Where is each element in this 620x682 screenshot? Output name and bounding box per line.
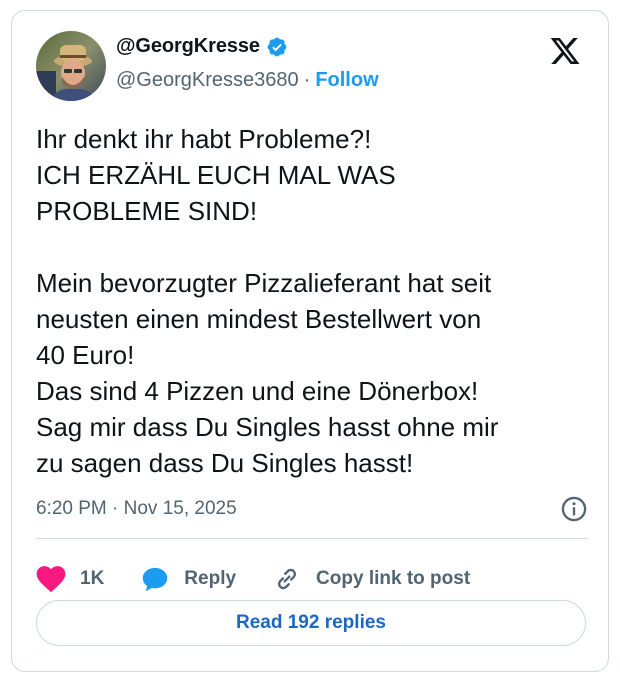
like-button[interactable]: 1K (36, 565, 104, 593)
handle[interactable]: @GeorgKresse3680 (116, 69, 299, 92)
read-replies-label: Read 192 replies (236, 612, 386, 633)
divider (36, 538, 588, 539)
read-replies-button[interactable]: Read 192 replies (36, 600, 586, 646)
follow-button[interactable]: Follow (315, 69, 378, 92)
link-icon (278, 568, 297, 590)
verified-badge-icon (266, 36, 288, 58)
separator: · (303, 69, 311, 91)
like-count: 1K (80, 568, 105, 589)
tweet-text: Ihr denkt ihr habt Probleme?! ICH ERZÄHL… (36, 124, 499, 478)
copy-link-label: Copy link to post (316, 568, 471, 589)
reply-button[interactable]: Reply (140, 565, 236, 593)
display-name[interactable]: @GeorgKresse (116, 35, 260, 58)
copy-link-button[interactable]: Copy link to post (272, 565, 470, 593)
tweet-card: @GeorgKresse @GeorgKresse3680 · Follow I… (11, 10, 609, 672)
reply-label: Reply (184, 568, 237, 589)
info-icon[interactable] (560, 495, 588, 523)
heart-icon (36, 566, 66, 593)
timestamp[interactable]: 6:20 PM · Nov 15, 2025 (36, 498, 237, 520)
avatar[interactable] (36, 31, 106, 101)
x-logo-icon[interactable] (548, 35, 582, 67)
reply-bubble-icon (143, 567, 168, 592)
